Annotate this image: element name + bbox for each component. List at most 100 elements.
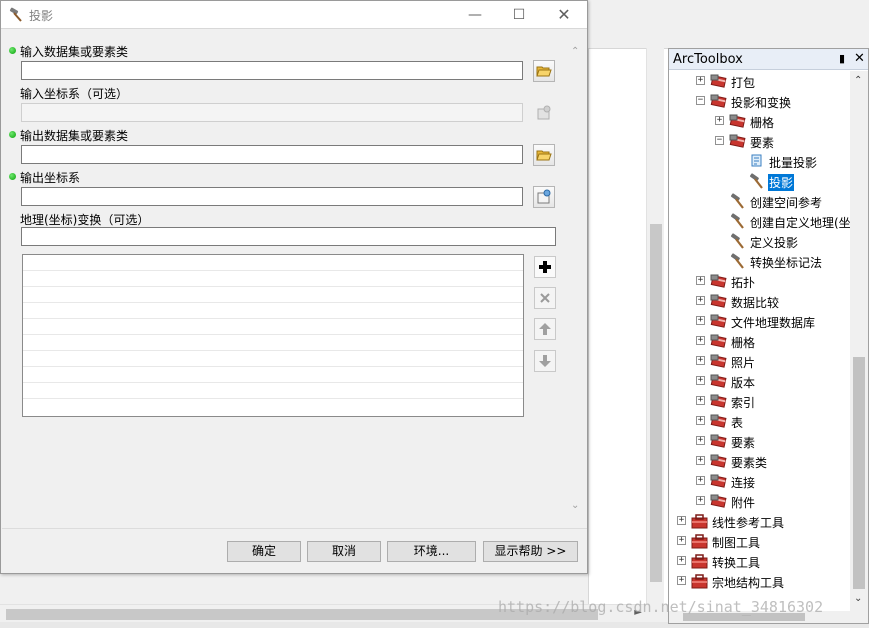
list-item[interactable] [23, 271, 523, 287]
transform-field[interactable] [21, 227, 556, 246]
tree-item[interactable]: + 转换工具 [669, 551, 850, 571]
input-dataset-field[interactable] [21, 61, 523, 80]
scrollbar-thumb[interactable] [853, 357, 865, 589]
tree-item[interactable]: 创建空间参考 [669, 191, 850, 211]
expand-icon[interactable]: + [696, 436, 705, 445]
expand-icon[interactable]: + [696, 76, 705, 85]
toolbox-vertical-scrollbar[interactable]: ⌃ ⌄ [850, 71, 868, 611]
toolset-icon [710, 333, 728, 349]
expand-icon[interactable]: + [677, 576, 686, 585]
output-dataset-field[interactable] [21, 145, 523, 164]
output-cs-properties-button[interactable] [533, 186, 555, 208]
output-cs-field[interactable] [21, 187, 523, 206]
transform-list[interactable] [22, 254, 524, 417]
expand-icon[interactable]: + [696, 336, 705, 345]
tree-item-label: 线性参考工具 [712, 516, 785, 530]
tree-item[interactable]: + 打包 [669, 71, 850, 91]
expand-icon[interactable]: + [677, 556, 686, 565]
expand-icon[interactable]: + [696, 476, 705, 485]
environments-button[interactable]: 环境... [387, 541, 476, 562]
list-item[interactable] [23, 319, 523, 335]
tree-item[interactable]: + 栅格 [669, 331, 850, 351]
tree-item[interactable]: 批量投影 [669, 151, 850, 171]
toolbox-title: ArcToolbox [673, 52, 743, 67]
move-up-button[interactable] [534, 318, 556, 340]
expand-icon[interactable]: + [696, 296, 705, 305]
tree-item[interactable]: + 制图工具 [669, 531, 850, 551]
expand-icon[interactable]: + [696, 376, 705, 385]
remove-button[interactable] [534, 287, 556, 309]
tree-item[interactable]: + 要素 [669, 431, 850, 451]
scroll-up-icon[interactable]: ⌃ [854, 75, 862, 86]
tree-item[interactable]: 定义投影 [669, 231, 850, 251]
collapse-icon[interactable]: − [715, 136, 724, 145]
move-down-button[interactable] [534, 350, 556, 372]
show-help-button[interactable]: 显示帮助 >> [483, 541, 578, 562]
cancel-button[interactable]: 取消 [307, 541, 381, 562]
add-button[interactable] [534, 256, 556, 278]
scroll-up-icon[interactable]: ⌃ [571, 46, 579, 57]
scroll-down-icon[interactable]: ⌄ [571, 500, 579, 511]
expand-icon[interactable]: + [696, 496, 705, 505]
expand-icon[interactable]: + [696, 396, 705, 405]
pin-icon[interactable]: ▮ [839, 52, 845, 65]
tree-item[interactable]: + 版本 [669, 371, 850, 391]
tree-item[interactable]: + 数据比较 [669, 291, 850, 311]
tree-item[interactable]: + 线性参考工具 [669, 511, 850, 531]
list-item[interactable] [23, 351, 523, 367]
tree-item[interactable]: 创建自定义地理(坐 [669, 211, 850, 231]
map-vertical-scrollbar[interactable] [646, 48, 664, 604]
form-vertical-scrollbar[interactable]: ⌃ ⌄ [568, 30, 586, 528]
tree-item[interactable]: + 表 [669, 411, 850, 431]
expand-icon[interactable]: + [696, 456, 705, 465]
ok-button[interactable]: 确定 [227, 541, 301, 562]
close-icon[interactable]: ✕ [854, 51, 865, 66]
browse-input-button[interactable] [533, 60, 555, 82]
toolbox-icon [691, 533, 709, 549]
list-item[interactable] [23, 367, 523, 383]
script-icon [748, 153, 766, 169]
tree-item-label: 连接 [731, 476, 756, 490]
tree-item[interactable]: 投影 [669, 171, 850, 191]
browse-output-button[interactable] [533, 144, 555, 166]
tree-item[interactable]: + 要素类 [669, 451, 850, 471]
tree-item[interactable]: + 栅格 [669, 111, 850, 131]
scrollbar-thumb[interactable] [650, 224, 662, 582]
expand-icon[interactable]: + [696, 276, 705, 285]
tree-item-label: 批量投影 [769, 156, 818, 170]
close-button[interactable]: ✕ [544, 4, 584, 26]
toolset-icon [710, 73, 728, 89]
input-cs-field[interactable] [21, 103, 523, 122]
tree-item[interactable]: + 附件 [669, 491, 850, 511]
list-item[interactable] [23, 255, 523, 271]
input-cs-properties-button[interactable] [533, 102, 555, 124]
scroll-down-icon[interactable]: ⌄ [854, 593, 862, 604]
expand-icon[interactable]: + [696, 316, 705, 325]
expand-icon[interactable]: + [677, 516, 686, 525]
tree-item[interactable]: − 投影和变换 [669, 91, 850, 111]
tree-item[interactable]: + 文件地理数据库 [669, 311, 850, 331]
expand-icon[interactable]: + [677, 536, 686, 545]
collapse-icon[interactable]: − [696, 96, 705, 105]
tree-item-label: 要素 [750, 136, 775, 150]
tree-item[interactable]: + 索引 [669, 391, 850, 411]
tree-item[interactable]: 转换坐标记法 [669, 251, 850, 271]
expand-icon[interactable]: + [696, 416, 705, 425]
tree-item[interactable]: + 宗地结构工具 [669, 571, 850, 591]
list-item[interactable] [23, 335, 523, 351]
list-item[interactable] [23, 303, 523, 319]
tree-item[interactable]: + 照片 [669, 351, 850, 371]
tree-item[interactable]: + 连接 [669, 471, 850, 491]
tree-item[interactable]: − 要素 [669, 131, 850, 151]
expand-icon[interactable]: + [696, 356, 705, 365]
toolset-icon [710, 353, 728, 369]
list-item[interactable] [23, 287, 523, 303]
required-indicator-icon [9, 47, 16, 54]
expand-icon[interactable]: + [715, 116, 724, 125]
list-item[interactable] [23, 383, 523, 399]
minimize-button[interactable]: — [455, 4, 495, 26]
toolbox-icon [691, 513, 709, 529]
tree-item[interactable]: + 拓扑 [669, 271, 850, 291]
toolbox-tree[interactable]: + 打包 − 投影和变换 + 栅格 − 要素 批量投影 投影 创建空间参考 创建自定义地理(坐 定义投影… [669, 71, 850, 611]
maximize-button[interactable]: ☐ [499, 4, 539, 26]
